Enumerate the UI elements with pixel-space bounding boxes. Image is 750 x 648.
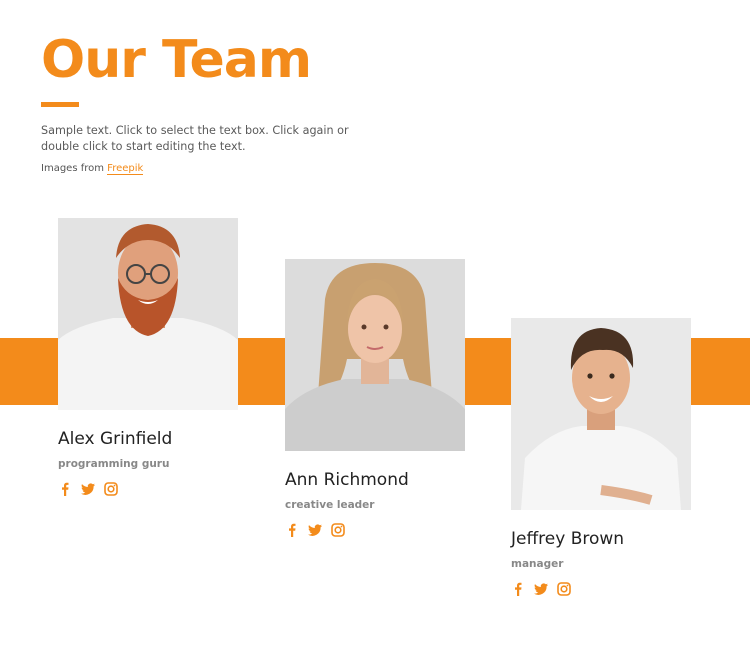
facebook-icon[interactable] (511, 582, 525, 596)
page-title: Our Team (41, 30, 312, 90)
member-role: manager (511, 558, 564, 570)
freepik-link[interactable]: Freepik (107, 163, 144, 175)
member-role: creative leader (285, 499, 375, 511)
instagram-icon[interactable] (331, 523, 345, 537)
facebook-icon[interactable] (285, 523, 299, 537)
social-links (511, 582, 691, 596)
instagram-icon[interactable] (557, 582, 571, 596)
intro-text: Sample text. Click to select the text bo… (41, 124, 349, 153)
member-name: Ann Richmond (285, 470, 409, 490)
team-member-card: Ann Richmond creative leader (285, 259, 465, 537)
twitter-icon[interactable] (308, 523, 322, 537)
member-photo (58, 218, 238, 410)
social-links (285, 523, 465, 537)
twitter-icon[interactable] (81, 482, 95, 496)
member-photo (285, 259, 465, 451)
social-links (58, 482, 238, 496)
member-name: Jeffrey Brown (511, 529, 625, 549)
title-underline (41, 102, 79, 107)
facebook-icon[interactable] (58, 482, 72, 496)
member-photo (511, 318, 691, 510)
credit-prefix: Images from (41, 163, 108, 174)
team-member-card: Alex Grinfield programming guru (58, 218, 238, 496)
team-member-card: Jeffrey Brown manager (511, 318, 691, 596)
instagram-icon[interactable] (104, 482, 118, 496)
twitter-icon[interactable] (534, 582, 548, 596)
member-role: programming guru (58, 458, 170, 470)
image-credit: Images from Freepik (41, 162, 144, 176)
member-name: Alex Grinfield (58, 429, 173, 449)
